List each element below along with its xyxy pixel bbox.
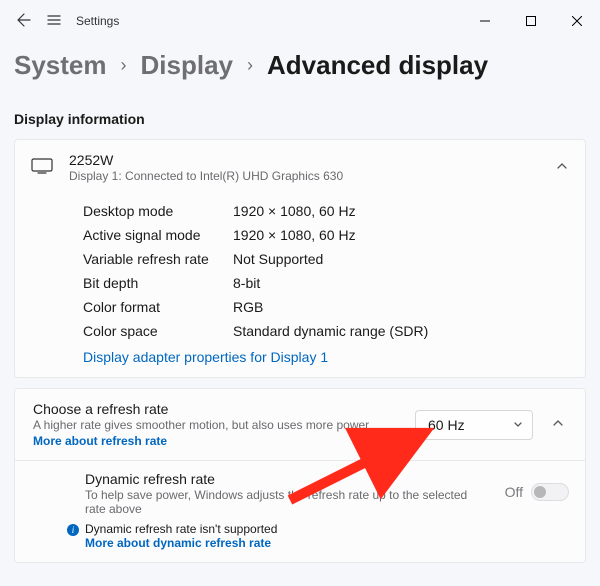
spec-row: Bit depth8-bit bbox=[83, 271, 569, 295]
spec-key: Desktop mode bbox=[83, 203, 233, 219]
page-title: Advanced display bbox=[267, 50, 488, 81]
display-info-card: 2252W Display 1: Connected to Intel(R) U… bbox=[14, 139, 586, 378]
dynamic-note-text: Dynamic refresh rate isn't supported bbox=[85, 522, 277, 536]
spec-row: Active signal mode1920 × 1080, 60 Hz bbox=[83, 223, 569, 247]
spec-value: 1920 × 1080, 60 Hz bbox=[233, 203, 356, 219]
dynamic-more-link[interactable]: More about dynamic refresh rate bbox=[85, 536, 277, 550]
toggle-label: Off bbox=[505, 484, 523, 500]
chevron-right-icon: › bbox=[121, 55, 127, 76]
refresh-rate-link[interactable]: More about refresh rate bbox=[33, 434, 401, 448]
titlebar: Settings bbox=[0, 0, 600, 36]
refresh-rate-title: Choose a refresh rate bbox=[33, 401, 401, 417]
spec-value: Standard dynamic range (SDR) bbox=[233, 323, 428, 339]
refresh-rate-select[interactable]: 60 Hz bbox=[415, 410, 533, 440]
spec-key: Color space bbox=[83, 323, 233, 339]
app-title: Settings bbox=[76, 14, 119, 28]
refresh-rate-card: Choose a refresh rate A higher rate give… bbox=[14, 388, 586, 461]
spec-key: Bit depth bbox=[83, 275, 233, 291]
adapter-link[interactable]: Display adapter properties for Display 1 bbox=[83, 349, 569, 365]
chevron-up-icon bbox=[555, 159, 569, 176]
breadcrumb-display[interactable]: Display bbox=[141, 50, 234, 81]
spec-key: Variable refresh rate bbox=[83, 251, 233, 267]
spec-value: RGB bbox=[233, 299, 263, 315]
dynamic-title: Dynamic refresh rate bbox=[85, 471, 491, 487]
close-button[interactable] bbox=[554, 6, 600, 36]
monitor-icon bbox=[31, 158, 53, 177]
display-specs: Desktop mode1920 × 1080, 60 HzActive sig… bbox=[15, 195, 585, 377]
minimize-button[interactable] bbox=[462, 6, 508, 36]
spec-row: Color formatRGB bbox=[83, 295, 569, 319]
spec-key: Active signal mode bbox=[83, 227, 233, 243]
spec-key: Color format bbox=[83, 299, 233, 315]
spec-value: 8-bit bbox=[233, 275, 260, 291]
dynamic-toggle bbox=[531, 483, 569, 501]
display-card-header[interactable]: 2252W Display 1: Connected to Intel(R) U… bbox=[15, 140, 585, 195]
spec-row: Color spaceStandard dynamic range (SDR) bbox=[83, 319, 569, 343]
back-icon[interactable] bbox=[16, 12, 32, 31]
chevron-up-icon[interactable] bbox=[547, 416, 569, 433]
refresh-rate-desc: A higher rate gives smoother motion, but… bbox=[33, 418, 401, 432]
dynamic-note: i Dynamic refresh rate isn't supported M… bbox=[67, 522, 491, 550]
display-subtitle: Display 1: Connected to Intel(R) UHD Gra… bbox=[69, 169, 539, 183]
breadcrumb-system[interactable]: System bbox=[14, 50, 107, 81]
spec-row: Variable refresh rateNot Supported bbox=[83, 247, 569, 271]
dynamic-desc: To help save power, Windows adjusts the … bbox=[85, 488, 491, 516]
chevron-down-icon bbox=[512, 417, 524, 433]
dynamic-refresh-card: Dynamic refresh rate To help save power,… bbox=[14, 461, 586, 563]
spec-value: Not Supported bbox=[233, 251, 323, 267]
refresh-rate-value: 60 Hz bbox=[428, 417, 465, 433]
spec-value: 1920 × 1080, 60 Hz bbox=[233, 227, 356, 243]
display-name: 2252W bbox=[69, 152, 539, 168]
hamburger-icon[interactable] bbox=[46, 12, 62, 31]
info-icon: i bbox=[67, 524, 79, 536]
window-controls bbox=[462, 6, 600, 36]
spec-row: Desktop mode1920 × 1080, 60 Hz bbox=[83, 199, 569, 223]
maximize-button[interactable] bbox=[508, 6, 554, 36]
titlebar-left: Settings bbox=[0, 12, 119, 31]
chevron-right-icon: › bbox=[247, 55, 253, 76]
section-title: Display information bbox=[0, 87, 600, 139]
breadcrumb: System › Display › Advanced display bbox=[0, 36, 600, 87]
